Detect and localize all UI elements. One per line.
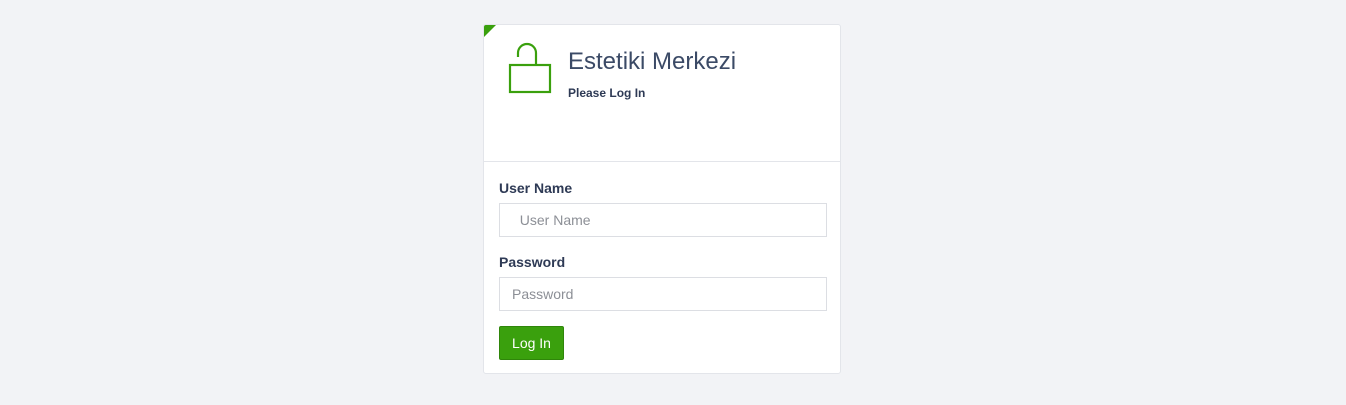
login-card: Estetiki Merkezi Please Log In User Name… (483, 24, 841, 374)
username-field[interactable] (499, 203, 827, 237)
login-header: Estetiki Merkezi Please Log In (484, 25, 840, 162)
unlocked-padlock-icon (508, 41, 552, 95)
app-title: Estetiki Merkezi (568, 48, 737, 75)
password-label: Password (499, 254, 566, 270)
login-button[interactable]: Log In (499, 326, 564, 360)
username-label: User Name (499, 180, 573, 196)
login-subtitle: Please Log In (568, 86, 646, 100)
password-field[interactable] (499, 277, 827, 311)
